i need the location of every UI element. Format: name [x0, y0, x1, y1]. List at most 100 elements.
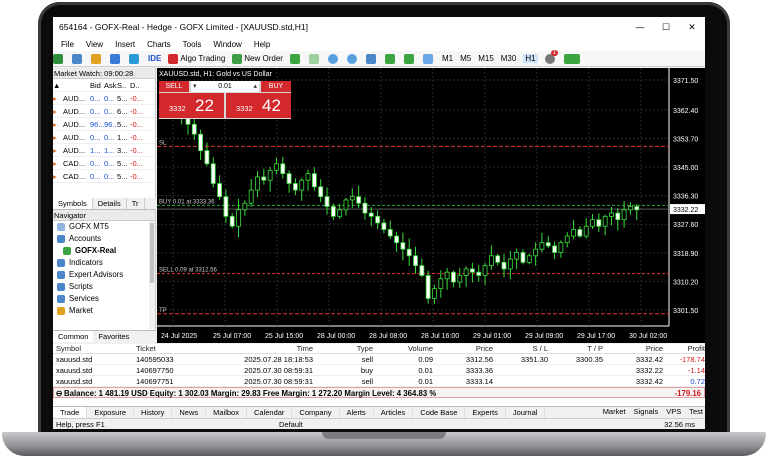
- th-time[interactable]: Time: [203, 344, 313, 353]
- position-row[interactable]: xauusd.std 140595033 2025.07.28 18:18:53 se…: [53, 354, 705, 365]
- nav-broker[interactable]: GOFX MT5: [53, 221, 155, 233]
- nav-indicators[interactable]: Indicators: [53, 257, 155, 269]
- lot-size-field[interactable]: ▾ 0.01 ▴: [191, 81, 259, 92]
- tab-details[interactable]: Details: [93, 198, 127, 209]
- menu-window[interactable]: Window: [213, 40, 241, 49]
- menu-file[interactable]: File: [61, 40, 74, 49]
- timeframe-m30[interactable]: M30: [501, 54, 517, 63]
- maximize-button[interactable]: ☐: [653, 17, 679, 37]
- balance-collapse-icon[interactable]: ⊖: [54, 388, 64, 398]
- menu-insert[interactable]: Insert: [115, 40, 135, 49]
- new-order-button[interactable]: New Order: [232, 53, 283, 64]
- tab-news[interactable]: News: [172, 407, 207, 418]
- position-row[interactable]: xauusd.std 140697751 2025.07.30 08:59:31 se…: [53, 376, 705, 387]
- position-row[interactable]: xauusd.std 140697750 2025.07.30 08:59:31 bu…: [53, 365, 705, 376]
- tab-calendar[interactable]: Calendar: [247, 407, 293, 418]
- autoscroll-button[interactable]: [384, 53, 397, 64]
- ide-button[interactable]: IDE: [148, 54, 161, 63]
- tab-common[interactable]: Common: [53, 331, 94, 342]
- tab-exposure[interactable]: Exposure: [87, 407, 135, 418]
- market-watch-row[interactable]: ▸ AUD... 1... 1... 3... -0...: [53, 144, 155, 157]
- market-watch-row[interactable]: ▸ AUD... 0... 0... 1... -0...: [53, 131, 155, 144]
- market-watch-row[interactable]: ▸ CAD... 0... 0... 5... -0...: [53, 157, 155, 170]
- algo-trading-button[interactable]: Algo Trading: [168, 53, 225, 64]
- tester-link[interactable]: Test: [689, 406, 703, 418]
- shift-button[interactable]: [403, 53, 416, 64]
- tab-symbols[interactable]: Symbols: [53, 198, 93, 209]
- nav-scripts[interactable]: Scripts: [53, 281, 155, 293]
- menu-tools[interactable]: Tools: [183, 40, 202, 49]
- bar-chart-button[interactable]: [289, 53, 302, 64]
- th-tp[interactable]: T / P: [548, 344, 603, 353]
- vps-link[interactable]: VPS: [666, 406, 681, 418]
- screenshot-button[interactable]: [422, 53, 435, 64]
- th-symbol[interactable]: Symbol: [53, 344, 133, 353]
- timeframe-h1[interactable]: H1: [523, 54, 538, 63]
- sell-price-button[interactable]: 3332 22: [159, 93, 224, 118]
- mw-header-daily[interactable]: D..: [130, 79, 150, 91]
- th-type[interactable]: Type: [313, 344, 373, 353]
- lot-increase-icon[interactable]: ▴: [253, 81, 257, 92]
- tab-history[interactable]: History: [134, 407, 173, 418]
- tab-experts[interactable]: Experts: [465, 407, 506, 418]
- buy-button[interactable]: BUY: [261, 81, 291, 92]
- profiles-button[interactable]: [72, 53, 84, 64]
- buy-price-button[interactable]: 3332 42: [226, 93, 291, 118]
- new-chart-button[interactable]: [53, 53, 65, 64]
- timeframe-m15[interactable]: M15: [478, 54, 494, 63]
- tab-trade[interactable]: Trade: [53, 407, 88, 418]
- tab-articles[interactable]: Articles: [374, 407, 414, 418]
- market-link[interactable]: Market: [603, 406, 626, 418]
- mw-header-spread[interactable]: S..: [117, 79, 130, 91]
- sell-button[interactable]: SELL: [159, 81, 189, 92]
- th-volume[interactable]: Volume: [373, 344, 433, 353]
- th-ticket[interactable]: Ticket: [133, 344, 203, 353]
- mw-header-symbol[interactable]: [63, 79, 90, 91]
- market-button[interactable]: [91, 53, 103, 64]
- navigator-scrollbar[interactable]: [149, 221, 155, 329]
- th-profit[interactable]: Profit: [663, 344, 705, 353]
- close-button[interactable]: ✕: [679, 17, 705, 37]
- zoom-in-button[interactable]: [327, 53, 340, 64]
- nav-market[interactable]: Market: [53, 305, 155, 317]
- lot-value[interactable]: 0.01: [218, 83, 232, 90]
- zoom-out-button[interactable]: [346, 53, 359, 64]
- line-chart-button[interactable]: [308, 53, 321, 64]
- timeframe-m1[interactable]: M1: [442, 54, 453, 63]
- th-sl[interactable]: S / L: [493, 344, 548, 353]
- menu-charts[interactable]: Charts: [147, 40, 171, 49]
- tab-trading[interactable]: Tr: [127, 198, 145, 209]
- market-watch-row[interactable]: ▸ AUD... 0... 0... 5... -0...: [53, 92, 155, 105]
- nav-account-gofx-real[interactable]: GOFX-Real: [53, 245, 155, 257]
- timeframe-m5[interactable]: M5: [460, 54, 471, 63]
- menu-view[interactable]: View: [86, 40, 103, 49]
- nav-accounts[interactable]: Accounts: [53, 233, 155, 245]
- menu-help[interactable]: Help: [254, 40, 270, 49]
- market-watch-row[interactable]: ▸ CAD... 0... 0... 5... -0...: [53, 170, 155, 183]
- candle-body: [280, 163, 286, 175]
- mw-header-bid[interactable]: Bid: [90, 79, 104, 91]
- navigator-scroll-thumb[interactable]: [150, 223, 154, 283]
- tab-company[interactable]: Company: [292, 407, 340, 418]
- nav-expert-advisors[interactable]: Expert Advisors: [53, 269, 155, 281]
- lot-decrease-icon[interactable]: ▾: [193, 81, 197, 92]
- notification-button[interactable]: 1: [544, 49, 558, 64]
- market-watch-row[interactable]: ▸ AUD... 0... 0... 6... -0...: [53, 105, 155, 118]
- tab-mailbox[interactable]: Mailbox: [206, 407, 247, 418]
- vps-button[interactable]: [129, 53, 141, 64]
- market-watch-row[interactable]: ▸AUD...96...96...5...-0...: [53, 118, 155, 131]
- tab-alerts[interactable]: Alerts: [340, 407, 374, 418]
- signals-button[interactable]: [110, 53, 122, 64]
- mw-daily-change: -0...: [130, 159, 143, 168]
- th-price[interactable]: Price: [433, 344, 493, 353]
- mw-header-sort[interactable]: ▲: [53, 79, 63, 91]
- mw-header-ask[interactable]: Ask: [104, 79, 117, 91]
- th-current-price[interactable]: Price: [603, 344, 663, 353]
- grid-button[interactable]: [365, 53, 378, 64]
- minimize-button[interactable]: —: [627, 17, 653, 37]
- tab-journal[interactable]: Journal: [506, 407, 546, 418]
- tab-favorites[interactable]: Favorites: [93, 331, 134, 342]
- nav-services[interactable]: Services: [53, 293, 155, 305]
- tab-code-base[interactable]: Code Base: [413, 407, 466, 418]
- signals-link[interactable]: Signals: [634, 406, 659, 418]
